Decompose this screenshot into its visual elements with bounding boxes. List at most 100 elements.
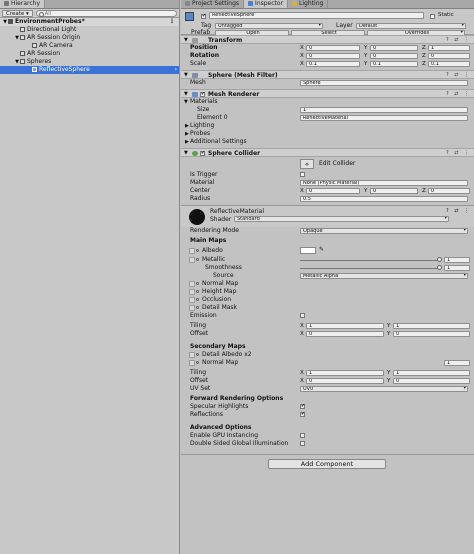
tag-dropdown[interactable]: Untagged <box>215 23 323 29</box>
object-active-checkbox[interactable] <box>201 13 206 20</box>
hierarchy-item[interactable]: ▼ Spheres <box>0 58 179 66</box>
picker-icon[interactable] <box>196 258 199 261</box>
emission-checkbox[interactable] <box>300 313 305 318</box>
create-button[interactable]: Create ▾ <box>2 9 33 17</box>
material-menu-icon[interactable]: ? ⇄ ⋮ <box>446 208 471 214</box>
position-x-field[interactable]: 0 <box>306 45 360 51</box>
picker-icon[interactable] <box>196 298 199 301</box>
position-y-field[interactable]: 0 <box>370 45 418 51</box>
scale-x-field[interactable]: 0.1 <box>306 61 360 67</box>
add-component-button[interactable]: Add Component <box>268 459 386 469</box>
offset2-x-field[interactable]: 0 <box>306 378 384 384</box>
materials-row[interactable]: ▼ Materials <box>181 98 474 106</box>
picker-icon[interactable] <box>196 290 199 293</box>
metallic-slider[interactable] <box>300 260 440 261</box>
sphere-collider-header[interactable]: ▼Sphere Collider? ⇄ ⋮ <box>181 148 474 157</box>
physic-material-field[interactable]: None (Physic Material) <box>300 180 468 186</box>
tab-inspector[interactable]: Inspector <box>244 0 289 8</box>
secondary-normal-scale-field[interactable]: 1 <box>444 360 470 366</box>
detail-mask-label: Detail Mask <box>202 304 238 311</box>
scale-y-field[interactable]: 0.1 <box>370 61 418 67</box>
tab-project-settings[interactable]: Project Settings <box>181 0 245 8</box>
offset2-y-field[interactable]: 0 <box>393 378 470 384</box>
eyedropper-icon[interactable]: ✎ <box>319 246 324 254</box>
advanced-section: Advanced Options <box>181 424 474 432</box>
reflections-checkbox[interactable] <box>300 411 305 418</box>
radius-field[interactable]: 0.5 <box>300 196 468 202</box>
gpu-instancing-checkbox[interactable] <box>300 433 305 438</box>
tab-lighting[interactable]: Lighting <box>288 0 329 8</box>
mesh-field[interactable]: Sphere <box>300 80 468 86</box>
picker-icon[interactable] <box>196 282 199 285</box>
metallic-field[interactable]: 1 <box>444 257 470 263</box>
detail-mask-texture-slot[interactable] <box>189 305 195 311</box>
rendering-mode-dropdown[interactable]: Opaque <box>300 228 468 234</box>
offset-y-field[interactable]: 0 <box>393 331 470 337</box>
hierarchy-item-label: AR Session <box>27 50 61 57</box>
material-header[interactable]: ReflectiveMaterial Shader Standard ? ⇄ ⋮ <box>181 205 474 227</box>
scene-menu-icon[interactable]: ⋮ <box>169 18 175 26</box>
tiling2-y-field[interactable]: 1 <box>393 370 470 376</box>
lighting-foldout[interactable]: ▶ Lighting <box>181 122 474 130</box>
picker-icon[interactable] <box>196 306 199 309</box>
size-field[interactable]: 1 <box>300 107 468 113</box>
specular-checkbox[interactable] <box>300 403 305 410</box>
position-y: 0 <box>373 45 377 51</box>
smoothness-field[interactable]: 1 <box>444 265 470 271</box>
hierarchy-item-selected[interactable]: ReflectiveSphere › <box>0 66 179 74</box>
mesh-renderer-header[interactable]: ▼Mesh Renderer? ⇄ ⋮ <box>181 89 474 98</box>
mesh-renderer-enabled-checkbox[interactable] <box>200 91 205 98</box>
metallic-slider-knob[interactable] <box>437 257 442 262</box>
rotation-x-field[interactable]: 0 <box>306 53 360 59</box>
hierarchy-search-input[interactable]: All <box>35 9 177 17</box>
center-y-field[interactable]: 0 <box>370 188 418 194</box>
object-name-input[interactable]: ReflectiveSphere <box>209 12 424 19</box>
transform-icon <box>192 38 198 43</box>
transform-header[interactable]: ▼ Transform? ⇄ ⋮ <box>181 35 474 44</box>
secondary-normal-texture-slot[interactable] <box>189 360 195 366</box>
tiling2-x-field[interactable]: 1 <box>306 370 384 376</box>
detail-albedo-texture-slot[interactable] <box>189 352 195 358</box>
uvset-dropdown[interactable]: UV0 <box>300 386 468 392</box>
albedo-texture-slot[interactable] <box>189 248 195 254</box>
picker-icon[interactable] <box>196 249 199 252</box>
inspector-panel: Project Settings Inspector Lighting Refl… <box>181 0 474 554</box>
offset-x-field[interactable]: 0 <box>306 331 384 337</box>
double-sided-checkbox[interactable] <box>300 441 305 446</box>
tiling-x-field[interactable]: 1 <box>306 323 384 329</box>
element-field[interactable]: ReflectiveMaterial <box>300 115 468 121</box>
hierarchy-item[interactable]: AR Session <box>0 50 179 58</box>
height-texture-slot[interactable] <box>189 289 195 295</box>
hierarchy-item[interactable]: ▼ AR Session Origin <box>0 34 179 42</box>
smoothness-slider[interactable] <box>300 268 440 269</box>
collider-enabled-checkbox[interactable] <box>200 150 205 157</box>
probes-foldout[interactable]: ▶ Probes <box>181 130 474 138</box>
shader-dropdown[interactable]: Standard <box>234 216 449 222</box>
smoothness-slider-knob[interactable] <box>437 265 442 270</box>
picker-icon[interactable] <box>196 353 199 356</box>
edit-collider-button[interactable]: ⟡ <box>300 159 314 169</box>
tab-hierarchy[interactable]: Hierarchy <box>0 0 46 8</box>
normal-texture-slot[interactable] <box>189 281 195 287</box>
rotation-z-field[interactable]: 0 <box>428 53 470 59</box>
static-checkbox[interactable] <box>430 14 435 19</box>
scene-row[interactable]: ▼ EnvironmentProbes* ⋮ <box>0 18 179 26</box>
rotation-y-field[interactable]: 0 <box>370 53 418 59</box>
position-z-field[interactable]: 1 <box>428 45 470 51</box>
scale-z-field[interactable]: 0.1 <box>428 61 470 67</box>
mesh-filter-header[interactable]: ▼ Sphere (Mesh Filter)? ⇄ ⋮ <box>181 70 474 79</box>
center-x-field[interactable]: 0 <box>306 188 360 194</box>
additional-settings-foldout[interactable]: ▶ Additional Settings <box>181 138 474 146</box>
trigger-checkbox[interactable] <box>300 172 305 177</box>
rotation-z: 0 <box>431 53 435 59</box>
albedo-color-swatch[interactable] <box>300 247 316 254</box>
occlusion-texture-slot[interactable] <box>189 297 195 303</box>
center-z-field[interactable]: 0 <box>428 188 470 194</box>
hierarchy-item[interactable]: Directional Light <box>0 26 179 34</box>
tiling-y-field[interactable]: 1 <box>393 323 470 329</box>
layer-dropdown[interactable]: Default <box>356 23 466 29</box>
picker-icon[interactable] <box>196 361 199 364</box>
source-dropdown[interactable]: Metallic Alpha <box>300 273 468 279</box>
hierarchy-item[interactable]: AR Camera <box>0 42 179 50</box>
metallic-texture-slot[interactable] <box>189 257 195 263</box>
